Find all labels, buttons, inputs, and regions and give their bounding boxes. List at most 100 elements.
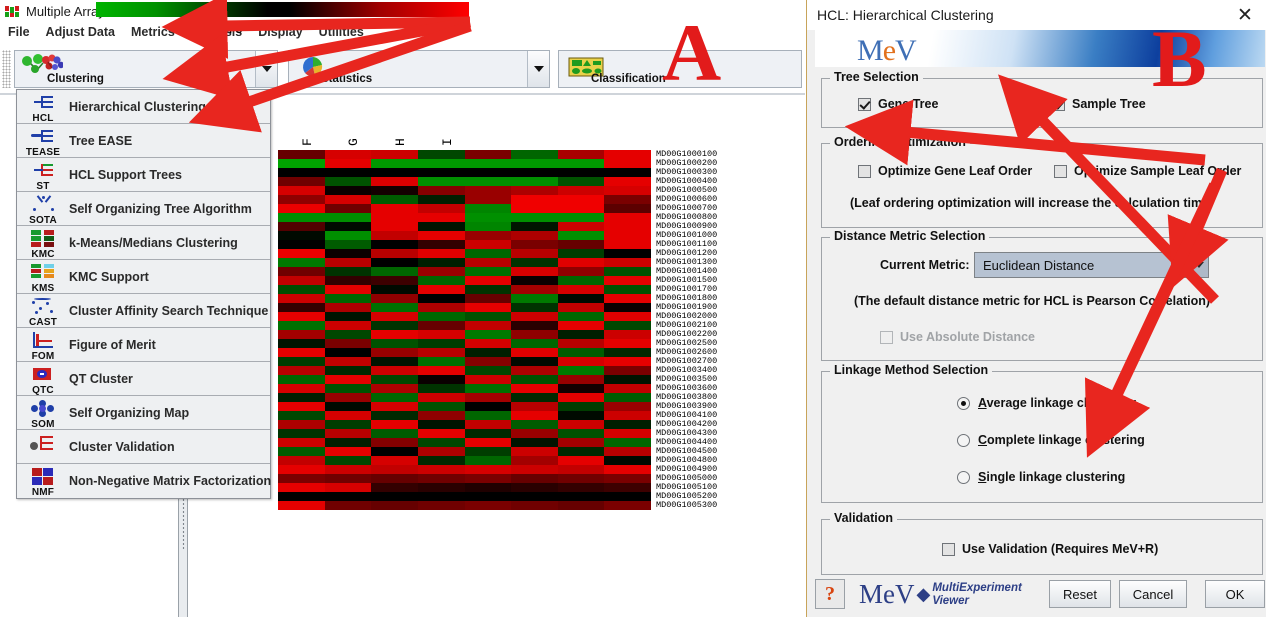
heatmap-cell[interactable] bbox=[278, 312, 325, 321]
heatmap-cell[interactable] bbox=[278, 168, 325, 177]
heatmap-cell[interactable] bbox=[371, 348, 418, 357]
heatmap-cell[interactable] bbox=[464, 159, 512, 168]
heatmap-cell[interactable] bbox=[278, 222, 325, 231]
heatmap-row[interactable] bbox=[278, 231, 651, 240]
heatmap-cell[interactable] bbox=[278, 384, 325, 393]
heatmap-cell[interactable] bbox=[278, 411, 325, 420]
heatmap-cell[interactable] bbox=[604, 276, 651, 285]
menu-display[interactable]: Display bbox=[258, 25, 302, 39]
heatmap-row[interactable] bbox=[278, 312, 651, 321]
heatmap-cell[interactable] bbox=[464, 492, 512, 501]
heatmap-cell[interactable] bbox=[324, 321, 372, 330]
heatmap-cell[interactable] bbox=[464, 483, 512, 492]
heatmap-cell[interactable] bbox=[557, 258, 605, 267]
heatmap-cell[interactable] bbox=[511, 420, 558, 429]
heatmap-cell[interactable] bbox=[417, 294, 465, 303]
heatmap-cell[interactable] bbox=[417, 465, 465, 474]
heatmap-cell[interactable] bbox=[324, 330, 372, 339]
clustering-menu-item-cluster-validation[interactable]: Cluster Validation bbox=[17, 430, 270, 464]
heatmap-cell[interactable] bbox=[278, 474, 325, 483]
heatmap-row[interactable] bbox=[278, 285, 651, 294]
heatmap-cell[interactable] bbox=[511, 303, 558, 312]
heatmap-cell[interactable] bbox=[557, 294, 605, 303]
ok-button[interactable]: OK bbox=[1205, 580, 1265, 608]
heatmap-cell[interactable] bbox=[511, 159, 558, 168]
heatmap-cell[interactable] bbox=[324, 258, 372, 267]
heatmap-cell[interactable] bbox=[324, 492, 372, 501]
heatmap-cell[interactable] bbox=[464, 474, 512, 483]
heatmap-cell[interactable] bbox=[557, 330, 605, 339]
heatmap-row[interactable] bbox=[278, 339, 651, 348]
heatmap-cell[interactable] bbox=[464, 384, 512, 393]
heatmap-row[interactable] bbox=[278, 402, 651, 411]
heatmap-cell[interactable] bbox=[371, 177, 418, 186]
heatmap-cell[interactable] bbox=[604, 438, 651, 447]
heatmap-cell[interactable] bbox=[464, 429, 512, 438]
heatmap-cell[interactable] bbox=[511, 276, 558, 285]
heatmap-cell[interactable] bbox=[371, 438, 418, 447]
heatmap-cell[interactable] bbox=[417, 195, 465, 204]
heatmap-cell[interactable] bbox=[511, 258, 558, 267]
heatmap-cell[interactable] bbox=[464, 366, 512, 375]
combobox-chevron-down-icon[interactable] bbox=[1188, 253, 1208, 277]
heatmap-cell[interactable] bbox=[324, 294, 372, 303]
heatmap-row[interactable] bbox=[278, 267, 651, 276]
heatmap-cell[interactable] bbox=[278, 177, 325, 186]
clustering-menu-item-st[interactable]: ST HCL Support Trees bbox=[17, 158, 270, 192]
heatmap-cell[interactable] bbox=[324, 348, 372, 357]
heatmap-cell[interactable] bbox=[278, 501, 325, 510]
heatmap-cell[interactable] bbox=[557, 474, 605, 483]
heatmap-cell[interactable] bbox=[604, 348, 651, 357]
heatmap-cell[interactable] bbox=[511, 222, 558, 231]
heatmap-cell[interactable] bbox=[371, 231, 418, 240]
heatmap-cell[interactable] bbox=[371, 222, 418, 231]
heatmap-cell[interactable] bbox=[511, 177, 558, 186]
heatmap-cell[interactable] bbox=[464, 456, 512, 465]
heatmap-cell[interactable] bbox=[417, 303, 465, 312]
heatmap-cell[interactable] bbox=[557, 456, 605, 465]
heatmap-cell[interactable] bbox=[371, 366, 418, 375]
heatmap-cell[interactable] bbox=[464, 213, 512, 222]
heatmap-cell[interactable] bbox=[464, 168, 512, 177]
heatmap-cell[interactable] bbox=[557, 447, 605, 456]
heatmap-cell[interactable] bbox=[371, 159, 418, 168]
heatmap-row[interactable] bbox=[278, 393, 651, 402]
heatmap-cell[interactable] bbox=[511, 267, 558, 276]
heatmap-cell[interactable] bbox=[324, 159, 372, 168]
heatmap-row[interactable] bbox=[278, 240, 651, 249]
heatmap-cell[interactable] bbox=[417, 339, 465, 348]
heatmap-cell[interactable] bbox=[278, 213, 325, 222]
help-question-icon[interactable]: ? bbox=[815, 579, 845, 609]
heatmap-cell[interactable] bbox=[464, 294, 512, 303]
heatmap-cell[interactable] bbox=[464, 321, 512, 330]
heatmap-cell[interactable] bbox=[464, 249, 512, 258]
heatmap-cell[interactable] bbox=[557, 231, 605, 240]
heatmap-cell[interactable] bbox=[417, 321, 465, 330]
heatmap-cell[interactable] bbox=[557, 357, 605, 366]
heatmap-cell[interactable] bbox=[417, 375, 465, 384]
heatmap-row[interactable] bbox=[278, 501, 651, 510]
heatmap-cell[interactable] bbox=[278, 330, 325, 339]
heatmap-cell[interactable] bbox=[417, 474, 465, 483]
heatmap-cell[interactable] bbox=[604, 321, 651, 330]
heatmap-row[interactable] bbox=[278, 294, 651, 303]
heatmap-cell[interactable] bbox=[511, 465, 558, 474]
heatmap-cell[interactable] bbox=[464, 438, 512, 447]
heatmap-cell[interactable] bbox=[417, 240, 465, 249]
heatmap-row[interactable] bbox=[278, 438, 651, 447]
heatmap-cell[interactable] bbox=[324, 420, 372, 429]
heatmap-row[interactable] bbox=[278, 348, 651, 357]
heatmap-cell[interactable] bbox=[604, 267, 651, 276]
heatmap-cell[interactable] bbox=[604, 429, 651, 438]
heatmap-cell[interactable] bbox=[604, 186, 651, 195]
heatmap-cell[interactable] bbox=[511, 366, 558, 375]
heatmap-row[interactable] bbox=[278, 429, 651, 438]
heatmap-cell[interactable] bbox=[371, 429, 418, 438]
heatmap-cell[interactable] bbox=[371, 195, 418, 204]
clustering-menu-item-nmf[interactable]: NMF Non-Negative Matrix Factorization bbox=[17, 464, 271, 498]
heatmap-row[interactable] bbox=[278, 213, 651, 222]
heatmap-row[interactable] bbox=[278, 420, 651, 429]
heatmap-cell[interactable] bbox=[371, 249, 418, 258]
heatmap-cell[interactable] bbox=[417, 186, 465, 195]
heatmap-cell[interactable] bbox=[278, 258, 325, 267]
